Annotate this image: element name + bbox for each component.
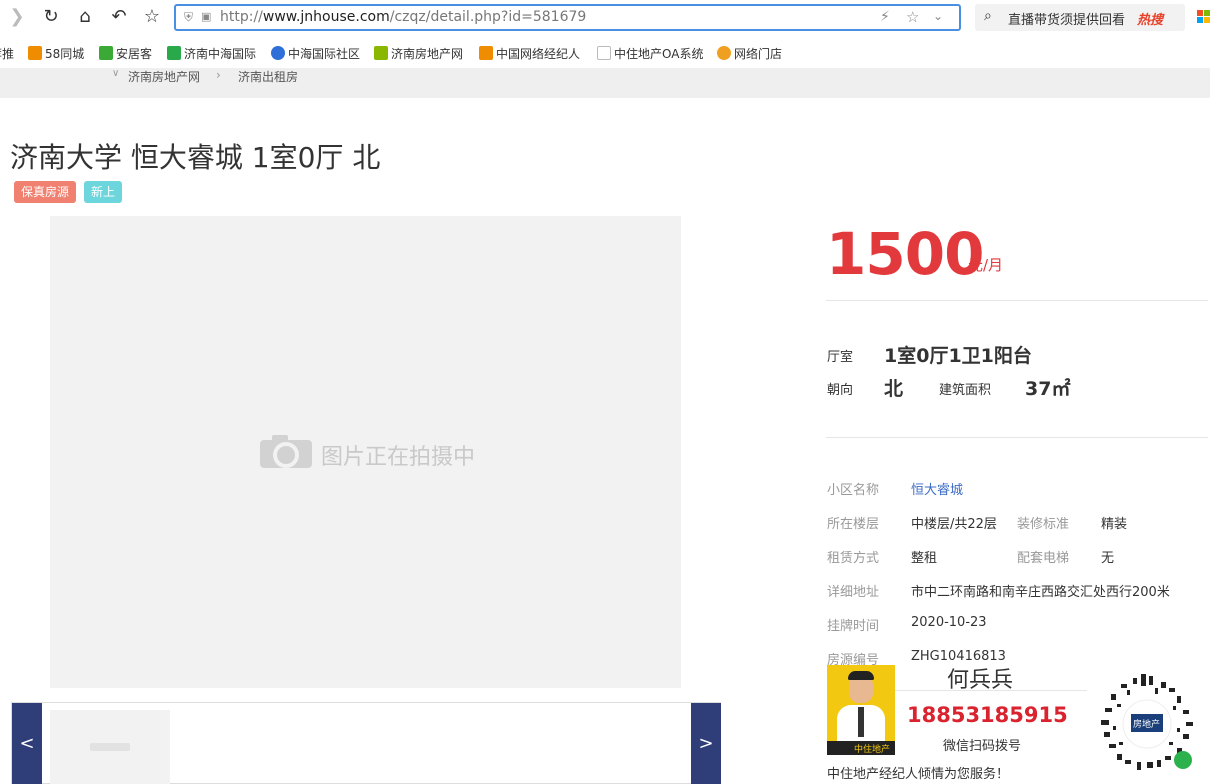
verified-tag: 保真房源 — [14, 181, 77, 203]
undo-icon[interactable]: ↶ — [108, 6, 130, 28]
community-label: 小区名称 — [827, 483, 880, 498]
layout-value: 1室0厅1卫1阳台 — [884, 345, 1032, 367]
page-icon — [597, 46, 611, 60]
search-icon: ⌕ — [984, 8, 992, 24]
forward-icon[interactable]: ❯ — [6, 6, 28, 28]
floor-value: 中楼层/共22层 — [911, 517, 997, 532]
breadcrumb-link[interactable]: 济南出租房 — [238, 68, 298, 85]
wechat-scan-hint: 微信扫码拨号 — [943, 739, 1022, 754]
new-tag: 新上 — [84, 181, 123, 203]
page-title: 济南大学 恒大睿城 1室0厅 北 — [10, 141, 381, 174]
address-value: 市中二环南路和南辛庄西路交汇处西行200米 — [911, 585, 1170, 600]
home-icon[interactable]: ⌂ — [74, 6, 96, 28]
58-logo-icon — [28, 46, 42, 60]
browser-toolbar: ❯ ↻ ⌂ ↶ ☆ ⛨ ▣ http://www.jnhouse.com/czq… — [0, 0, 1210, 36]
zhonghai-logo-icon — [271, 46, 285, 60]
anjuke-logo-icon — [99, 46, 113, 60]
photo-placeholder-text: 图片正在拍摄中 — [321, 445, 476, 470]
bookmark-item[interactable]: 网络门店 — [717, 46, 782, 62]
bookmark-item[interactable]: 中住地产OA系统 — [597, 46, 703, 62]
apps-grid-icon[interactable] — [1197, 10, 1210, 23]
area-label: 建筑面积 — [939, 383, 992, 398]
camera-icon — [260, 435, 312, 469]
shield-icon: ⛨ — [184, 10, 194, 24]
address-label: 详细地址 — [827, 585, 880, 600]
decoration-label: 装修标准 — [1017, 517, 1070, 532]
rent-type-label: 租赁方式 — [827, 551, 880, 566]
bookmark-star-icon[interactable]: ☆ — [906, 8, 919, 26]
store-logo-icon — [717, 46, 731, 60]
elevator-value: 无 — [1101, 551, 1115, 566]
community-link[interactable]: 恒大睿城 — [911, 479, 963, 498]
price: 1500 — [826, 220, 984, 288]
agent-phone[interactable]: 18853185915 — [907, 703, 1068, 727]
thumbnail[interactable] — [50, 710, 170, 784]
area-value: 37㎡ — [1025, 378, 1071, 400]
listed-date-value: 2020-10-23 — [911, 615, 987, 630]
orientation-value: 北 — [884, 378, 904, 400]
divider — [826, 437, 1208, 438]
thumbnail-placeholder-icon — [90, 743, 130, 751]
wechat-qr-code[interactable]: 房地产 — [1091, 668, 1203, 780]
lightning-icon[interactable]: ⚡ — [880, 9, 890, 25]
agent-photo: 中住地产 — [827, 665, 895, 755]
elevator-label: 配套电梯 — [1017, 551, 1070, 566]
floor-label: 所在楼层 — [827, 517, 880, 532]
listed-date-label: 挂牌时间 — [827, 619, 880, 634]
refresh-icon[interactable]: ↻ — [40, 6, 62, 28]
favorite-star-icon[interactable]: ☆ — [141, 6, 163, 28]
divider — [895, 690, 1087, 691]
search-suggestion[interactable]: 直播带货须提供回看 — [1008, 9, 1125, 28]
camera-off-icon: ▣ — [201, 10, 212, 23]
bookmarks-bar: 荐推 58同城 安居客 济南中海国际 中海国际社区 济南房地产网 中国网络经纪人… — [0, 40, 1210, 68]
decoration-value: 精装 — [1101, 517, 1128, 532]
chevron-down-icon[interactable]: ⌄ — [933, 9, 943, 23]
breadcrumb-link[interactable]: 济南房地产网 — [128, 68, 200, 85]
url-text[interactable]: http://www.jnhouse.com/czqz/detail.php?i… — [220, 9, 586, 25]
breadcrumb-separator-icon: › — [216, 68, 221, 82]
search-box[interactable]: ⌕ 直播带货须提供回看 热搜 — [975, 4, 1185, 31]
service-slogan: 中住地产经纪人倾情为您服务！ — [827, 767, 1010, 782]
qr-logo-text: 房地产 — [1133, 720, 1161, 730]
chevron-down-icon: ∨ — [112, 68, 120, 79]
bookmark-item[interactable]: 58同城 — [28, 46, 84, 62]
price-unit: 元/月 — [968, 256, 1004, 274]
breadcrumb: ∨ 济南房地产网 › 济南出租房 — [0, 68, 1210, 98]
bookmark-item[interactable]: 济南房地产网 — [374, 46, 463, 62]
agent-logo-icon — [479, 46, 493, 60]
agent-photo-caption: 中住地产 — [854, 745, 891, 755]
orientation-label: 朝向 — [827, 383, 854, 398]
bookmark-item[interactable]: 中国网络经纪人 — [479, 46, 580, 62]
prev-photo-button[interactable]: < — [12, 703, 42, 784]
hot-search-label[interactable]: 热搜 — [1137, 9, 1163, 28]
next-photo-button[interactable]: > — [691, 703, 721, 784]
layout-label: 厅室 — [827, 350, 854, 365]
rent-type-value: 整租 — [911, 551, 938, 566]
bookmark-item[interactable]: 荐推 — [0, 46, 14, 62]
bookmark-item[interactable]: 济南中海国际 — [167, 46, 256, 62]
house-icon — [167, 46, 181, 60]
address-bar[interactable]: ⛨ ▣ http://www.jnhouse.com/czqz/detail.p… — [174, 4, 961, 31]
divider — [826, 300, 1208, 301]
bookmark-item[interactable]: 安居客 — [99, 46, 152, 62]
house-roof-icon — [374, 46, 388, 60]
bookmark-item[interactable]: 中海国际社区 — [271, 46, 360, 62]
